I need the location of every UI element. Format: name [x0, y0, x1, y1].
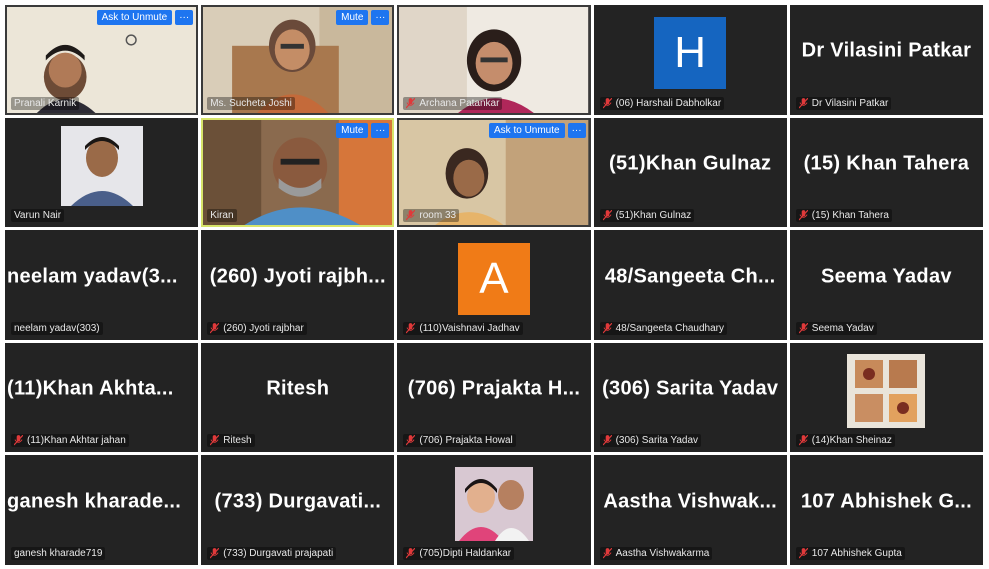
- participant-tile-room-33[interactable]: Ask to Unmute ··· room 33: [397, 117, 591, 228]
- participant-tile-harshali-dabholkar[interactable]: H (06) Harshali Dabholkar: [593, 5, 787, 115]
- participant-display-name: (11)Khan Akhta...: [7, 377, 174, 400]
- participant-display-name: ganesh kharade...: [7, 490, 182, 513]
- participant-name-label: 48/Sangeeta Chaudhary: [599, 321, 728, 335]
- muted-mic-icon: [406, 547, 416, 559]
- participant-name-label: Varun Nair: [11, 209, 65, 223]
- participant-tile-aastha-vishwakarma[interactable]: Aastha Vishwak... Aastha Vishwakarma: [593, 455, 787, 565]
- participant-tile-ritesh[interactable]: Ritesh Ritesh: [201, 342, 395, 453]
- participant-tile-khan-gulnaz[interactable]: (51)Khan Gulnaz (51)Khan Gulnaz: [593, 117, 787, 228]
- muted-mic-icon: [798, 547, 808, 559]
- participant-tile-durgavati-prajapati[interactable]: (733) Durgavati... (733) Durgavati praja…: [201, 455, 395, 565]
- participant-display-name: Aastha Vishwak...: [603, 490, 778, 513]
- participant-name-label: (51)Khan Gulnaz: [599, 209, 695, 223]
- participant-tile-varun-nair[interactable]: Varun Nair: [5, 117, 199, 228]
- participant-display-name: (733) Durgavati...: [214, 490, 382, 513]
- participant-name-label: (705)Dipti Haldankar: [403, 546, 515, 560]
- participant-tile-kiran[interactable]: Mute ··· Kiran: [201, 117, 395, 228]
- muted-mic-icon: [406, 322, 416, 334]
- participant-name-label: (733) Durgavati prajapati: [207, 546, 337, 560]
- mute-button[interactable]: Mute: [336, 122, 369, 138]
- muted-mic-icon: [14, 435, 23, 446]
- participant-display-name: (706) Prajakta H...: [407, 377, 581, 400]
- participant-tile-ganesh-kharade[interactable]: ganesh kharade... ganesh kharade719: [5, 455, 199, 565]
- participant-name-label: (306) Sarita Yadav: [599, 434, 702, 448]
- participant-display-name: (306) Sarita Yadav: [602, 377, 779, 400]
- participant-name-label: (15) Khan Tahera: [795, 209, 892, 223]
- participant-name-label: Archana Patankar: [403, 96, 503, 110]
- participant-name-label: neelam yadav(303): [11, 321, 103, 335]
- participant-name-label: (11)Khan Akhtar jahan: [11, 434, 129, 448]
- mute-button[interactable]: Mute: [336, 10, 369, 25]
- participant-name-label: Dr Vilasini Patkar: [795, 96, 892, 110]
- muted-mic-icon: [210, 322, 220, 334]
- ask-to-unmute-button[interactable]: Ask to Unmute: [489, 122, 565, 138]
- muted-mic-icon: [798, 97, 808, 108]
- participant-tile-seema-yadav[interactable]: Seema Yadav Seema Yadav: [789, 230, 983, 340]
- participant-tile-abhishek-gupta[interactable]: 107 Abhishek G... 107 Abhishek Gupta: [789, 455, 983, 565]
- participant-tile-dipti-haldankar[interactable]: (705)Dipti Haldankar: [397, 455, 591, 565]
- more-options-button[interactable]: ···: [371, 122, 390, 138]
- muted-mic-icon: [602, 97, 612, 108]
- participant-name-label: Kiran: [207, 209, 237, 223]
- participant-display-name: Seema Yadav: [820, 265, 952, 288]
- participant-tile-prajakta-howal[interactable]: (706) Prajakta H... (706) Prajakta Howal: [397, 342, 591, 453]
- participant-name-label: Ms. Sucheta Joshi: [207, 96, 295, 110]
- participant-name-label: (110)Vaishnavi Jadhav: [403, 321, 523, 335]
- muted-mic-icon: [210, 435, 220, 446]
- participant-display-name: neelam yadav(3...: [7, 265, 178, 288]
- more-options-button[interactable]: ···: [371, 10, 390, 25]
- muted-mic-icon: [798, 322, 808, 334]
- participant-name-label: (06) Harshali Dabholkar: [599, 96, 725, 110]
- participant-name-label: ganesh kharade719: [11, 546, 106, 560]
- participant-display-name: Ritesh: [266, 377, 330, 400]
- participant-name-label: Pranali Karnik: [11, 96, 80, 110]
- more-options-button[interactable]: ···: [175, 10, 194, 25]
- participant-name-label: (706) Prajakta Howal: [403, 434, 516, 448]
- participant-tile-jyoti-rajbhar[interactable]: (260) Jyoti rajbh... (260) Jyoti rajbhar: [201, 230, 395, 340]
- avatar: H: [654, 17, 727, 90]
- profile-photo: [454, 466, 533, 541]
- participant-tile-vaishnavi-jadhav[interactable]: A (110)Vaishnavi Jadhav: [397, 230, 591, 340]
- participant-display-name: 107 Abhishek G...: [800, 490, 972, 513]
- participant-name-label: (260) Jyoti rajbhar: [207, 321, 307, 335]
- participant-grid: Ask to Unmute ··· Pranali Karnik Mute ··…: [5, 5, 983, 565]
- muted-mic-icon: [406, 210, 416, 221]
- participant-tile-sucheta-joshi[interactable]: Mute ··· Ms. Sucheta Joshi: [201, 5, 395, 115]
- participant-tile-pranali-karnik[interactable]: Ask to Unmute ··· Pranali Karnik: [5, 5, 199, 115]
- participant-name-label: Aastha Vishwakarma: [599, 546, 713, 560]
- avatar: A: [457, 242, 530, 315]
- ask-to-unmute-button[interactable]: Ask to Unmute: [96, 10, 173, 25]
- participant-tile-archana-patankar[interactable]: Archana Patankar: [397, 5, 591, 115]
- participant-name-label: (14)Khan Sheinaz: [795, 434, 895, 448]
- muted-mic-icon: [210, 547, 220, 559]
- muted-mic-icon: [602, 547, 612, 559]
- more-options-button[interactable]: ···: [567, 122, 586, 138]
- muted-mic-icon: [406, 435, 416, 446]
- participant-display-name: (15) Khan Tahera: [803, 152, 970, 175]
- participant-name-label: 107 Abhishek Gupta: [795, 546, 905, 560]
- participant-display-name: (51)Khan Gulnaz: [609, 152, 772, 175]
- zoom-gallery-view: Ask to Unmute ··· Pranali Karnik Mute ··…: [0, 0, 989, 569]
- participant-name-label: Seema Yadav: [795, 321, 877, 335]
- muted-mic-icon: [798, 210, 808, 221]
- participant-display-name: 48/Sangeeta Ch...: [604, 265, 776, 288]
- profile-photo: [847, 354, 926, 429]
- muted-mic-icon: [602, 322, 612, 334]
- participant-name-label: Ritesh: [207, 434, 255, 448]
- participant-tile-khan-sheinaz[interactable]: (14)Khan Sheinaz: [789, 342, 983, 453]
- profile-photo: [60, 126, 143, 207]
- participant-tile-vilasini-patkar[interactable]: Dr Vilasini Patkar Dr Vilasini Patkar: [789, 5, 983, 115]
- muted-mic-icon: [602, 210, 612, 221]
- muted-mic-icon: [602, 435, 612, 446]
- participant-tile-khan-akhtar-jahan[interactable]: (11)Khan Akhta... (11)Khan Akhtar jahan: [5, 342, 199, 453]
- participant-tile-neelam-yadav[interactable]: neelam yadav(3... neelam yadav(303): [5, 230, 199, 340]
- participant-tile-khan-tahera[interactable]: (15) Khan Tahera (15) Khan Tahera: [789, 117, 983, 228]
- participant-display-name: Dr Vilasini Patkar: [801, 39, 972, 62]
- muted-mic-icon: [406, 97, 416, 108]
- participant-tile-sangeeta-chaudhary[interactable]: 48/Sangeeta Ch... 48/Sangeeta Chaudhary: [593, 230, 787, 340]
- participant-name-label: room 33: [403, 209, 460, 223]
- muted-mic-icon: [798, 435, 808, 446]
- participant-display-name: (260) Jyoti rajbh...: [209, 265, 386, 288]
- participant-tile-sarita-yadav[interactable]: (306) Sarita Yadav (306) Sarita Yadav: [593, 342, 787, 453]
